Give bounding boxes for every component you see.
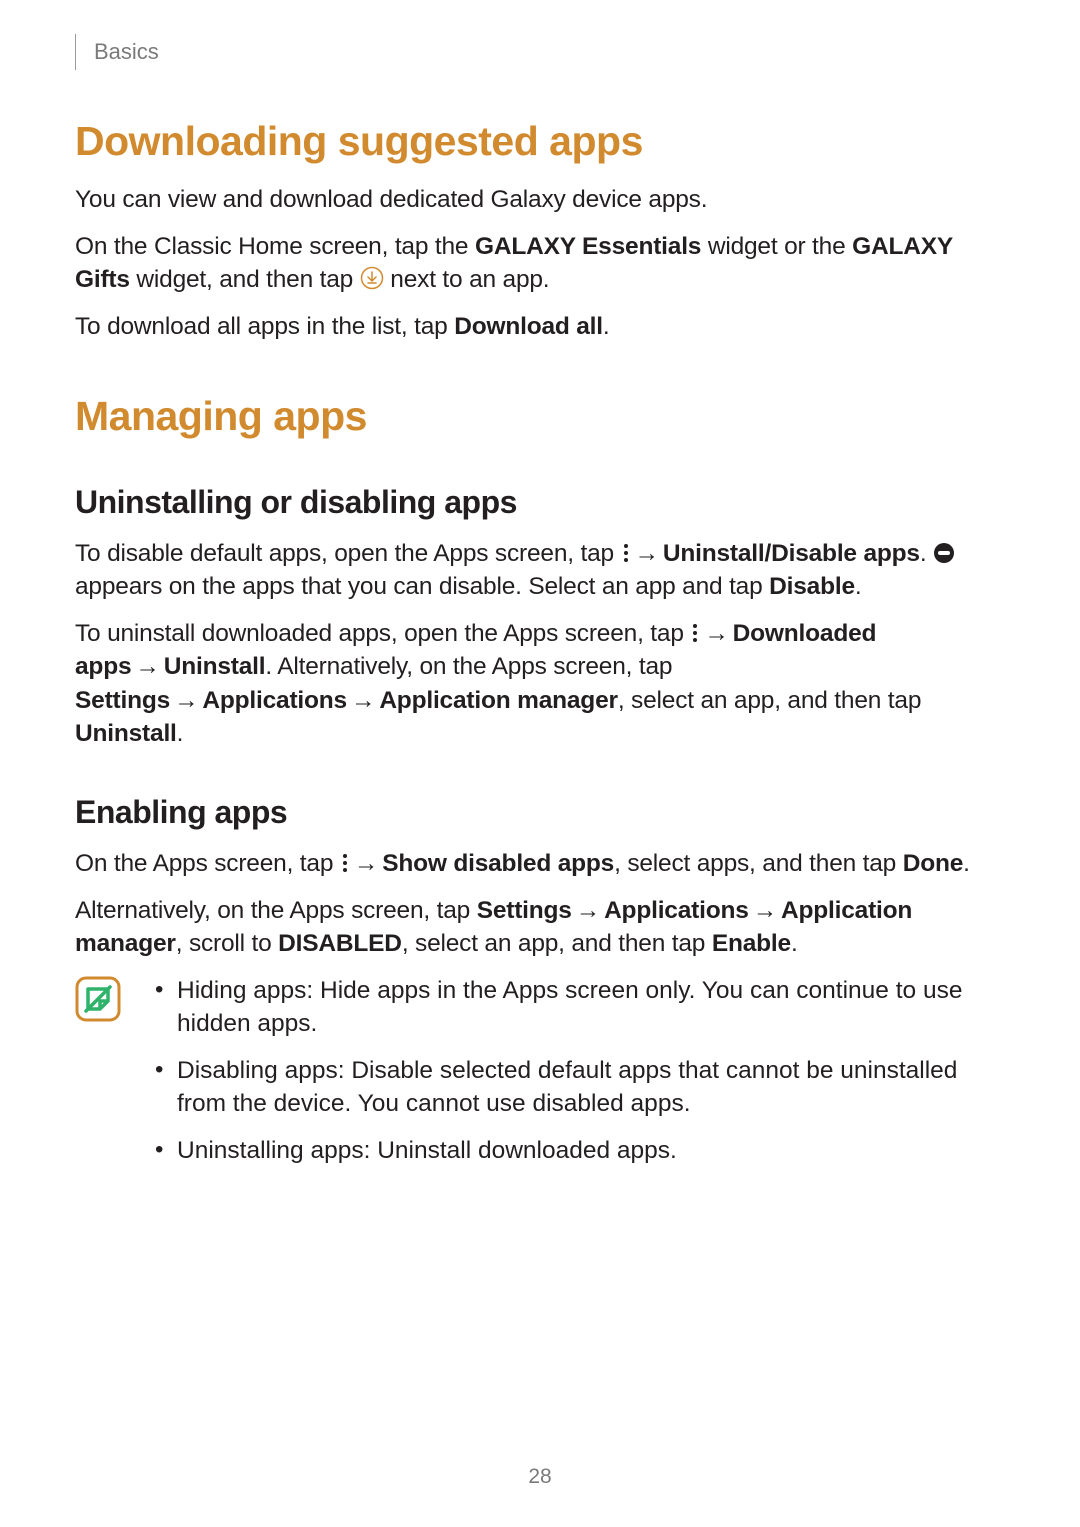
section-heading-downloading: Downloading suggested apps bbox=[75, 118, 1005, 165]
download-circle-icon bbox=[360, 266, 384, 290]
header-divider bbox=[75, 34, 76, 70]
more-options-icon bbox=[621, 542, 631, 564]
page-number: 28 bbox=[0, 1465, 1080, 1489]
note-list: Hiding apps: Hide apps in the Apps scree… bbox=[149, 974, 1005, 1181]
body-text: You can view and download dedicated Gala… bbox=[75, 183, 1005, 216]
disable-badge-icon bbox=[933, 542, 955, 564]
body-text: To disable default apps, open the Apps s… bbox=[75, 537, 1005, 603]
document-page: Basics Downloading suggested apps You ca… bbox=[0, 0, 1080, 1527]
body-text: To uninstall downloaded apps, open the A… bbox=[75, 617, 1005, 749]
body-text: To download all apps in the list, tap Do… bbox=[75, 310, 1005, 343]
subheading-enabling: Enabling apps bbox=[75, 794, 1005, 831]
body-text: On the Apps screen, tap →Show disabled a… bbox=[75, 847, 1005, 880]
body-text: Alternatively, on the Apps screen, tap S… bbox=[75, 894, 1005, 960]
page-header: Basics bbox=[75, 34, 1005, 70]
note-icon bbox=[75, 976, 121, 1027]
body-text: On the Classic Home screen, tap the GALA… bbox=[75, 230, 1005, 296]
more-options-icon bbox=[340, 852, 350, 874]
list-item: Uninstalling apps: Uninstall downloaded … bbox=[149, 1134, 1005, 1167]
section-heading-managing: Managing apps bbox=[75, 393, 1005, 440]
subheading-uninstalling: Uninstalling or disabling apps bbox=[75, 484, 1005, 521]
note-block: Hiding apps: Hide apps in the Apps scree… bbox=[75, 974, 1005, 1181]
more-options-icon bbox=[690, 622, 700, 644]
list-item: Disabling apps: Disable selected default… bbox=[149, 1054, 1005, 1120]
list-item: Hiding apps: Hide apps in the Apps scree… bbox=[149, 974, 1005, 1040]
breadcrumb: Basics bbox=[94, 39, 159, 65]
